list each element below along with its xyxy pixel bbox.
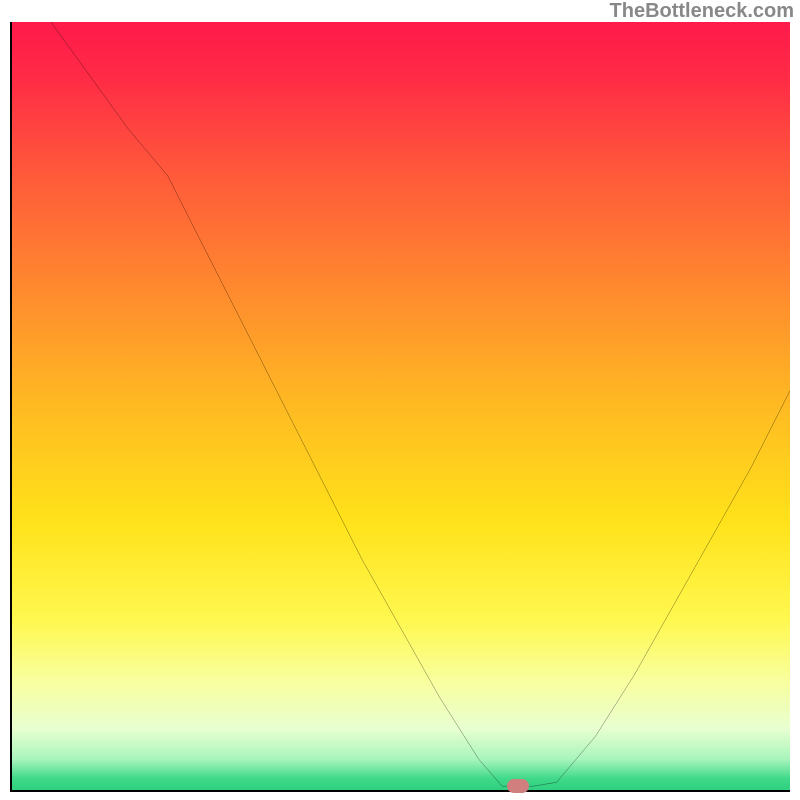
watermark-text: TheBottleneck.com — [610, 0, 794, 23]
chart-plot-area — [10, 22, 790, 792]
optimal-point-marker — [507, 779, 529, 793]
chart-curve — [12, 22, 790, 790]
